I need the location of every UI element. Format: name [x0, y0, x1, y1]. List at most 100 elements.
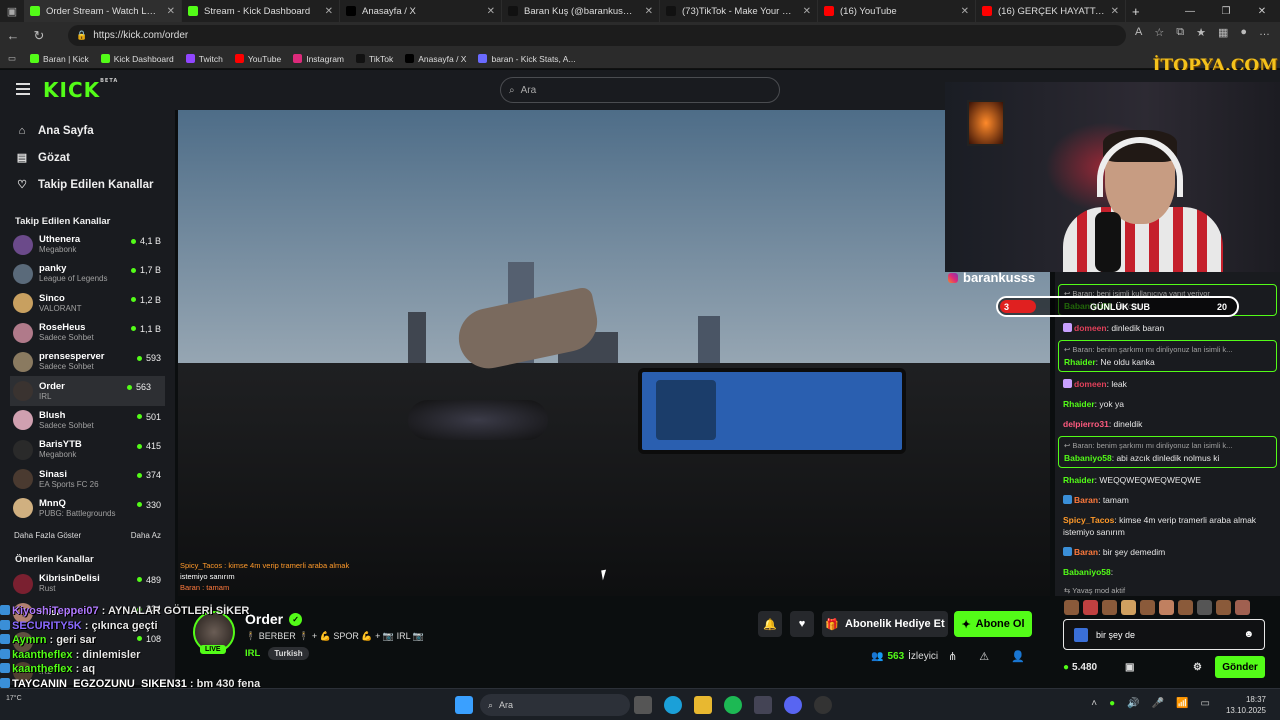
- reply-preview[interactable]: ↩ Baran: benim şarkımı mı dinliyonuz lan…: [1064, 440, 1271, 452]
- read-aloud-icon[interactable]: A: [1135, 26, 1142, 39]
- bookmark-item[interactable]: Baran | Kick: [30, 54, 89, 64]
- settings-icon[interactable]: ⚙: [1193, 662, 1202, 673]
- sidebar-channel[interactable]: Blush Sadece Sohbet 501: [0, 406, 175, 435]
- profile-avatar[interactable]: ●: [1240, 26, 1247, 39]
- chat-username[interactable]: delpierro31: [1063, 419, 1109, 429]
- sidebar-channel[interactable]: KibrisinDelisi Rust 489: [0, 569, 175, 598]
- obs-icon[interactable]: [814, 696, 832, 714]
- language-tag[interactable]: Turkish: [268, 647, 309, 660]
- chat-username[interactable]: domeen: [1074, 323, 1107, 333]
- spotify-icon[interactable]: [724, 696, 742, 714]
- app-icon[interactable]: [754, 696, 772, 714]
- bookmark-item[interactable]: Instagram: [293, 54, 344, 64]
- emote[interactable]: [1064, 600, 1079, 615]
- edge-icon[interactable]: [664, 696, 682, 714]
- chat-username[interactable]: Rhaider: [1063, 399, 1095, 409]
- report-icon[interactable]: ⚠: [979, 650, 989, 663]
- emote[interactable]: [1121, 600, 1136, 615]
- tab-actions-icon[interactable]: ▣: [0, 0, 24, 22]
- chat-username[interactable]: Rhaider: [1063, 475, 1095, 485]
- bookmark-item[interactable]: YouTube: [234, 54, 281, 64]
- url-field[interactable]: 🔒 https://kick.com/order: [68, 25, 1126, 46]
- taskbar-search[interactable]: ⌕ Ara: [480, 694, 630, 716]
- chat-username[interactable]: Spicy_Tacos: [1063, 515, 1114, 525]
- show-more-link[interactable]: Daha Fazla Göster: [14, 531, 81, 545]
- follow-heart-button[interactable]: ♥: [790, 611, 814, 637]
- emote[interactable]: [1197, 600, 1212, 615]
- bookmark-item[interactable]: Twitch: [185, 54, 223, 64]
- menu-icon[interactable]: [16, 83, 30, 95]
- volume-icon[interactable]: 🔊: [1127, 698, 1139, 709]
- store-icon[interactable]: ▣: [1125, 662, 1134, 673]
- chat-username[interactable]: Babaniyo58: [1064, 453, 1112, 463]
- extensions-icon[interactable]: ⧉: [1176, 26, 1184, 39]
- refresh-icon[interactable]: ↻: [26, 28, 52, 44]
- sidebar-channel[interactable]: RoseHeus Sadece Sohbet 1,1 B: [0, 318, 175, 347]
- notification-bell-button[interactable]: 🔔: [758, 611, 782, 637]
- emoji-icon[interactable]: ☻: [1243, 629, 1254, 640]
- new-tab-button[interactable]: +: [1126, 0, 1146, 22]
- chevron-up-icon[interactable]: ˄: [1091, 698, 1097, 709]
- browser-tab[interactable]: (73)TikTok - Make Your Day ✕: [660, 0, 818, 22]
- menu-dots-icon[interactable]: …: [1259, 26, 1270, 39]
- wifi-icon[interactable]: 📶: [1176, 698, 1188, 709]
- sidebar-channel[interactable]: Uthenera Megabonk 4,1 B: [0, 230, 175, 259]
- battery-icon[interactable]: ▭: [1201, 698, 1210, 709]
- emote[interactable]: [1235, 600, 1250, 615]
- close-tab-icon[interactable]: ✕: [803, 6, 811, 17]
- sidebar-channel[interactable]: BarisYTB Megabonk 415: [0, 435, 175, 464]
- emote[interactable]: [1140, 600, 1155, 615]
- sidebar-channel[interactable]: prensesperver Sadece Sohbet 593: [0, 347, 175, 376]
- back-icon[interactable]: ←: [0, 28, 26, 43]
- sidebar-channel[interactable]: MnnQ PUBG: Battlegrounds 330: [0, 494, 175, 523]
- chat-username[interactable]: Baran: [1074, 547, 1098, 557]
- close-tab-icon[interactable]: ✕: [645, 6, 653, 17]
- video-player[interactable]: Spicy_Tacos : kimse 4m verip tramerli ar…: [178, 110, 1050, 596]
- favorite-star-icon[interactable]: ☆: [1154, 26, 1164, 39]
- browser-tab[interactable]: (16) YouTube ✕: [818, 0, 976, 22]
- sidebar-nav-item[interactable]: ⌂ Ana Sayfa: [0, 117, 175, 144]
- emote[interactable]: [1159, 600, 1174, 615]
- explorer-icon[interactable]: [694, 696, 712, 714]
- send-button[interactable]: Gönder: [1215, 656, 1265, 678]
- chat-username[interactable]: Rhaider: [1064, 357, 1096, 367]
- status-icon[interactable]: ●: [1109, 698, 1115, 709]
- browser-tab[interactable]: Anasayfa / X ✕: [340, 0, 502, 22]
- sidebar-channel[interactable]: Sinasi EA Sports FC 26 374: [0, 464, 175, 493]
- browser-tab[interactable]: (16) GERÇEK HAYATTA CEZALI M✕: [976, 0, 1126, 22]
- chat-input[interactable]: bir şey de ☻: [1063, 619, 1265, 650]
- chat-username[interactable]: Baran: [1074, 495, 1098, 505]
- weather-widget[interactable]: 17°C: [6, 695, 22, 702]
- close-window-icon[interactable]: ✕: [1244, 6, 1280, 17]
- clock[interactable]: 18:37 13.10.2025: [1226, 694, 1266, 716]
- minimize-icon[interactable]: —: [1172, 6, 1208, 17]
- share-icon[interactable]: ⋔: [948, 650, 957, 663]
- sidebar-toggle-icon[interactable]: ▭: [8, 53, 16, 64]
- maximize-icon[interactable]: ❐: [1208, 6, 1244, 17]
- kick-logo[interactable]: KICKBETA: [43, 78, 118, 102]
- reply-preview[interactable]: ↩ Baran: benim şarkımı mı dinliyonuz lan…: [1064, 344, 1271, 356]
- emote[interactable]: [1102, 600, 1117, 615]
- close-tab-icon[interactable]: ✕: [1111, 6, 1119, 17]
- user-add-icon[interactable]: 👤: [1011, 650, 1025, 663]
- emote[interactable]: [1178, 600, 1193, 615]
- sidebar-channel[interactable]: Sinco VALORANT 1,2 B: [0, 289, 175, 318]
- sidebar-nav-item[interactable]: ♡ Takip Edilen Kanallar: [0, 171, 175, 198]
- bookmark-item[interactable]: TikTok: [356, 54, 393, 64]
- sidebar-nav-item[interactable]: ▤ Gözat: [0, 144, 175, 171]
- close-tab-icon[interactable]: ✕: [325, 6, 333, 17]
- close-tab-icon[interactable]: ✕: [487, 6, 495, 17]
- bookmark-item[interactable]: Anasayfa / X: [405, 54, 466, 64]
- subscribe-button[interactable]: ✦ Abone Ol: [954, 611, 1032, 637]
- favorites-icon[interactable]: ★: [1196, 26, 1206, 39]
- close-tab-icon[interactable]: ✕: [167, 6, 175, 17]
- mic-icon[interactable]: 🎤: [1152, 698, 1164, 709]
- close-tab-icon[interactable]: ✕: [961, 6, 969, 17]
- sidebar-channel[interactable]: Order IRL 563: [10, 376, 165, 406]
- bookmark-item[interactable]: Kick Dashboard: [100, 54, 174, 64]
- chat-username[interactable]: domeen: [1074, 379, 1107, 389]
- show-less-link[interactable]: Daha Az: [131, 531, 161, 545]
- discord-icon[interactable]: [784, 696, 802, 714]
- task-view-icon[interactable]: [634, 696, 652, 714]
- start-icon[interactable]: [455, 696, 473, 714]
